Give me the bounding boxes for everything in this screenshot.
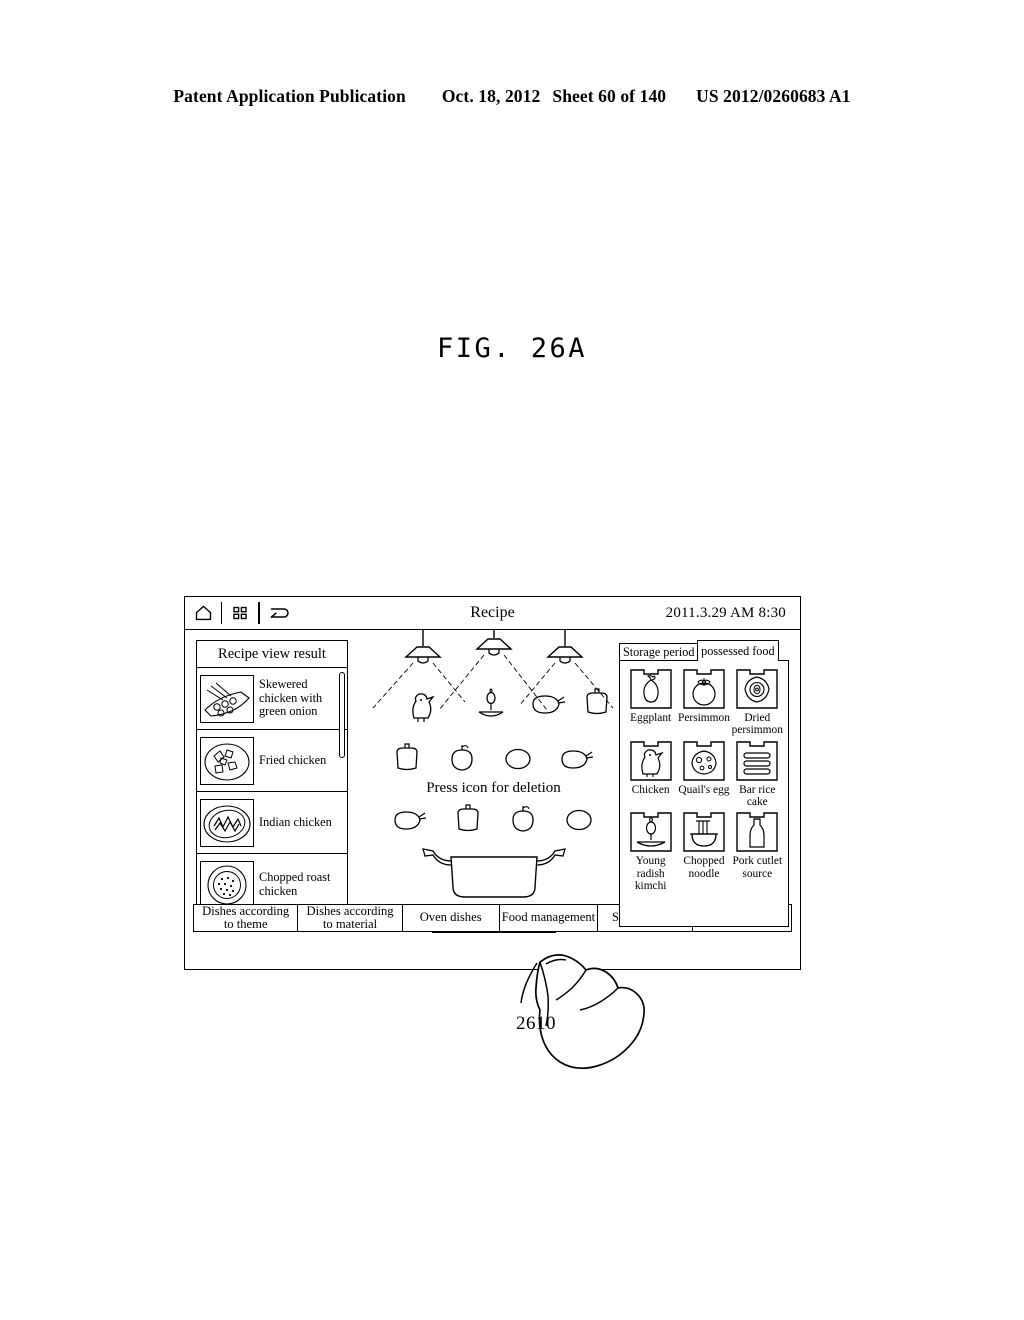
food-item[interactable]: Young radish kimchi [624, 810, 677, 892]
list-item[interactable]: Skewered chicken with green onion [197, 668, 347, 730]
pointing-hand-illustration [534, 954, 645, 1070]
recipe-view-result-panel: Recipe view result Skewered chicken with… [196, 640, 348, 928]
food-item-label: Eggplant [630, 711, 672, 724]
chicken-icon [628, 739, 674, 783]
tab-storage-period[interactable]: Storage period [619, 643, 699, 661]
tab-dishes-according-to-theme[interactable]: Dishes according to theme [194, 904, 299, 931]
skewer-dish-icon [200, 674, 254, 723]
chicken-icon[interactable] [412, 693, 435, 722]
egg-oval-icon[interactable] [564, 804, 594, 834]
home-button[interactable] [185, 597, 221, 629]
apps-button[interactable] [222, 597, 258, 629]
recipe-list-header: Recipe view result [197, 641, 347, 668]
tab-oven-dishes[interactable]: Oven dishes [403, 905, 500, 931]
grid-apps-icon [232, 605, 248, 621]
quail-egg-icon [681, 739, 727, 783]
food-item-label: Pork cutlet source [732, 855, 783, 880]
refrigerator-display-screen: Recipe 2011.3.29 AM 8:30 Recipe view res… [184, 596, 801, 970]
list-item[interactable]: Fried chicken [197, 730, 347, 792]
back-arrow-icon [267, 605, 289, 621]
lamp-1 [372, 630, 466, 709]
food-item[interactable]: Persimmon [677, 667, 730, 737]
bell-pepper-icon[interactable] [586, 688, 608, 715]
bell-pepper-icon[interactable] [393, 743, 421, 773]
eggplant-icon [628, 667, 674, 711]
fried-chicken-dish-icon [200, 736, 254, 785]
list-item-label: Indian chicken [259, 815, 332, 829]
food-item[interactable]: Chopped noodle [677, 810, 730, 892]
chopped-noodle-icon [681, 810, 727, 854]
panel-tabs: Storage period possessed food [619, 640, 789, 661]
deletion-hint-text: Press icon for deletion [426, 780, 561, 796]
food-grid: Eggplant Persimmon Dried persimmon Chick… [624, 667, 784, 895]
egg-oval-icon[interactable] [503, 743, 533, 773]
chili-pepper-icon[interactable] [532, 695, 566, 714]
publication-date: Oct. 18, 2012 [441, 86, 541, 106]
patent-publication-header: Patent Application Publication Oct. 18, … [0, 86, 1024, 107]
indian-chicken-dish-icon [200, 798, 254, 847]
apple-icon[interactable] [509, 804, 537, 834]
publication-label: Patent Application Publication [173, 86, 406, 106]
food-item-label: Chopped noodle [683, 855, 725, 880]
lamp-2 [438, 630, 548, 711]
food-item[interactable]: Bar rice cake [731, 739, 784, 809]
pork-cutlet-source-icon [734, 810, 780, 854]
deletable-icon-row-2 [361, 738, 626, 778]
tab-possessed-food[interactable]: possessed food [697, 640, 779, 661]
title-bar: Recipe 2011.3.29 AM 8:30 [185, 597, 800, 630]
food-storage-panel: Storage period possessed food Eggplant P… [619, 640, 789, 928]
food-item[interactable]: Quail's egg [677, 739, 730, 809]
list-item-label: Chopped roast chicken [259, 870, 331, 898]
food-item-label: Dried persimmon [731, 711, 783, 737]
hanging-lamps-group [372, 630, 614, 722]
recipe-workspace: Press icon for deletion [361, 630, 626, 937]
reference-numeral-2610: 2610 [516, 1013, 556, 1034]
chili-pepper-icon[interactable] [393, 804, 427, 834]
figure-label: FIG. 26A [436, 333, 588, 364]
food-item[interactable]: Eggplant [624, 667, 677, 737]
young-radish-kimchi-icon[interactable] [478, 688, 504, 717]
food-item[interactable]: Chicken [624, 739, 677, 809]
home-icon [195, 605, 212, 621]
apple-icon[interactable] [448, 743, 476, 773]
food-item[interactable]: Pork cutlet source [731, 810, 784, 892]
food-item-label: Bar rice cake [739, 783, 776, 808]
cooking-pot-area [361, 843, 626, 905]
scrollbar-thumb[interactable] [339, 672, 345, 758]
list-item[interactable]: Indian chicken [197, 792, 347, 854]
roast-chicken-dish-icon [200, 860, 254, 909]
screen-body: Recipe view result Skewered chicken with… [185, 630, 800, 937]
recipe-list: Skewered chicken with green onion Fried … [197, 668, 347, 927]
sheet-number: Sheet 60 of 140 [552, 86, 667, 106]
food-item-label: Persimmon [678, 711, 730, 724]
dried-persimmon-icon [734, 667, 780, 711]
food-item-label: Quail's egg [678, 783, 730, 796]
chili-pepper-icon[interactable] [560, 743, 594, 773]
food-item-label: Chicken [631, 783, 670, 796]
bar-rice-cake-icon [734, 739, 780, 783]
tab-dishes-according-to-material[interactable]: Dishes according to material [298, 904, 403, 931]
datetime-display: 2011.3.29 AM 8:30 [665, 604, 786, 621]
lamp-3 [518, 630, 614, 709]
persimmon-icon [681, 667, 727, 711]
tab-food-management[interactable]: Food management [500, 905, 599, 931]
food-item-label: Young radish kimchi [634, 855, 667, 893]
lamp-zone [361, 630, 626, 738]
bell-pepper-icon[interactable] [454, 804, 482, 834]
young-radish-kimchi-icon [628, 810, 674, 854]
cooking-pot-icon [419, 843, 569, 905]
food-item[interactable]: Dried persimmon [731, 667, 784, 737]
possessed-food-grid-container: Eggplant Persimmon Dried persimmon Chick… [619, 659, 789, 927]
list-item-label: Fried chicken [259, 753, 327, 767]
patent-number: US 2012/0260683 A1 [696, 86, 851, 106]
deletable-icon-row-3 [361, 799, 626, 839]
back-button[interactable] [260, 597, 296, 629]
title-bar-icon-group [185, 597, 296, 629]
list-item-label: Skewered chicken with green onion [259, 678, 323, 719]
